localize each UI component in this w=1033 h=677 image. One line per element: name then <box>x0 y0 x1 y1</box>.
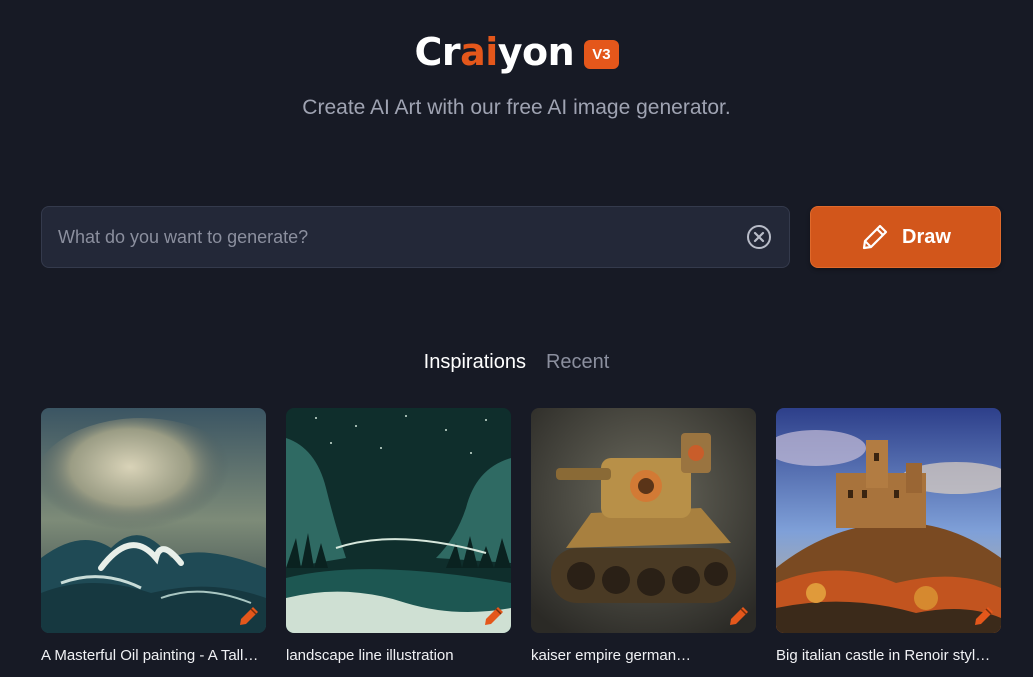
edit-pencil-icon[interactable] <box>483 605 505 627</box>
card-image-stormy-sea[interactable] <box>41 408 266 633</box>
card-caption: kaiser empire german… <box>531 647 692 664</box>
card-image-castle[interactable] <box>776 408 1001 633</box>
logo-wordmark: Craiyon <box>414 30 574 74</box>
card-caption: Big italian castle in Renoir styl… <box>776 647 991 664</box>
draw-button[interactable]: Draw <box>810 206 1001 268</box>
clear-icon <box>747 225 771 249</box>
card-image-tank[interactable] <box>531 408 756 633</box>
search-input[interactable] <box>42 207 745 267</box>
inspiration-card[interactable]: A Masterful Oil painting - A Tall… <box>41 408 266 664</box>
edit-pencil-icon[interactable] <box>238 605 260 627</box>
draw-button-label: Draw <box>902 225 951 248</box>
tagline: Create AI Art with our free AI image gen… <box>302 96 731 119</box>
castle-painting-image <box>776 408 1001 633</box>
inspiration-card[interactable]: Big italian castle in Renoir styl… <box>776 408 1001 664</box>
tab-inspirations[interactable]: Inspirations <box>424 351 526 374</box>
stormy-sea-image <box>41 408 266 633</box>
landscape-illustration-image <box>286 408 511 633</box>
tab-recent[interactable]: Recent <box>546 351 609 374</box>
edit-pencil-icon[interactable] <box>973 605 995 627</box>
page: Craiyon V3 Create AI Art with our free A… <box>0 0 1033 677</box>
search-box <box>41 206 790 268</box>
edit-pencil-icon[interactable] <box>728 605 750 627</box>
clear-search-button[interactable] <box>745 223 773 251</box>
inspiration-card[interactable]: kaiser empire german… <box>531 408 756 664</box>
logo-suffix: yon <box>497 30 575 74</box>
pencil-icon <box>862 224 888 250</box>
card-image-landscape[interactable] <box>286 408 511 633</box>
tabs: Inspirations Recent <box>0 351 1033 374</box>
logo-accent: ai <box>460 30 498 74</box>
version-badge: V3 <box>584 39 619 69</box>
card-caption: landscape line illustration <box>286 647 454 664</box>
card-caption: A Masterful Oil painting - A Tall… <box>41 647 259 664</box>
steampunk-tank-image <box>531 408 756 633</box>
logo-prefix: Cr <box>414 30 461 74</box>
inspiration-card[interactable]: landscape line illustration <box>286 408 511 664</box>
logo[interactable]: Craiyon V3 <box>0 30 1033 74</box>
